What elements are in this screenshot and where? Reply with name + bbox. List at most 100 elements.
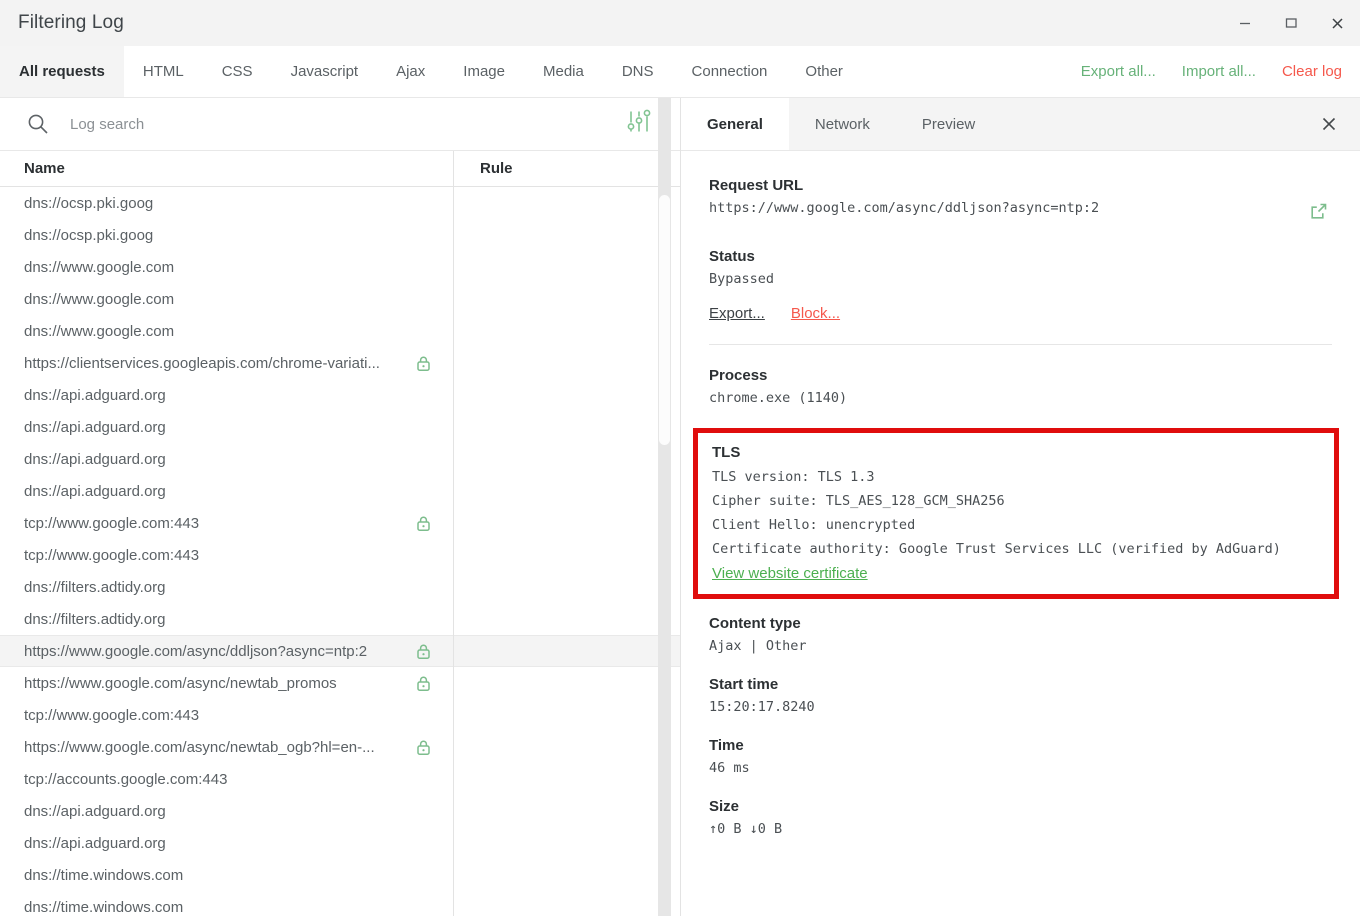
row-rule-cell (453, 219, 680, 251)
tab-all-requests[interactable]: All requests (0, 46, 124, 97)
table-row[interactable]: dns://api.adguard.org (0, 379, 680, 411)
table-row[interactable]: dns://time.windows.com (0, 891, 680, 916)
table-row[interactable]: https://www.google.com/async/ddljson?asy… (0, 635, 680, 667)
table-row[interactable]: dns://www.google.com (0, 315, 680, 347)
view-website-certificate-link[interactable]: View website certificate (712, 565, 868, 582)
row-rule-cell (453, 859, 680, 891)
tls-highlight-box: TLS TLS version: TLS 1.3 Cipher suite: T… (693, 428, 1339, 599)
table-row[interactable]: dns://filters.adtidy.org (0, 603, 680, 635)
size-block: Size ↑0 B ↓0 B (709, 798, 1332, 837)
external-link-icon[interactable] (1309, 202, 1328, 226)
row-name-text: dns://ocsp.pki.goog (24, 194, 154, 212)
list-scrollbar[interactable] (658, 98, 671, 916)
tab-dns[interactable]: DNS (603, 46, 673, 97)
row-rule-cell (453, 795, 680, 827)
tab-css[interactable]: CSS (203, 46, 272, 97)
title-bar: Filtering Log (0, 0, 1360, 46)
sliders-filter-icon[interactable] (626, 109, 652, 140)
row-name-text: dns://www.google.com (24, 322, 175, 340)
row-name-cell: dns://api.adguard.org (0, 483, 453, 500)
minimize-button[interactable] (1222, 0, 1268, 46)
table-row[interactable]: dns://api.adguard.org (0, 411, 680, 443)
tab-network[interactable]: Network (789, 98, 896, 150)
row-name-text: https://www.google.com/async/ddljson?asy… (24, 642, 368, 660)
tab-preview[interactable]: Preview (896, 98, 1001, 150)
tab-image[interactable]: Image (444, 46, 524, 97)
tab-connection[interactable]: Connection (673, 46, 787, 97)
maximize-button[interactable] (1268, 0, 1314, 46)
size-value: ↑0 B ↓0 B (709, 821, 783, 837)
time-value: 46 ms (709, 760, 750, 776)
row-name-text: dns://api.adguard.org (24, 834, 166, 852)
row-name-cell: https://clientservices.googleapis.com/ch… (0, 354, 453, 373)
table-row[interactable]: tcp://www.google.com:443 (0, 507, 680, 539)
lock-icon (414, 642, 433, 661)
filter-tab-strip: All requests HTML CSS Javascript Ajax Im… (0, 46, 1360, 98)
row-name-cell: tcp://www.google.com:443 (0, 707, 453, 724)
process-value: chrome.exe (1140) (709, 390, 848, 406)
status-value: Bypassed (709, 271, 775, 287)
table-row[interactable]: https://www.google.com/async/newtab_ogb?… (0, 731, 680, 763)
tls-version-line: TLS version: TLS 1.3 (712, 469, 875, 485)
row-name-cell: dns://www.google.com (0, 259, 453, 276)
table-row[interactable]: dns://api.adguard.org (0, 795, 680, 827)
row-name-text: dns://time.windows.com (24, 866, 184, 884)
status-label: Status (709, 248, 755, 265)
lock-icon (414, 738, 433, 757)
tab-other[interactable]: Other (786, 46, 862, 97)
import-all-button[interactable]: Import all... (1182, 63, 1256, 80)
table-row[interactable]: https://www.google.com/async/newtab_prom… (0, 667, 680, 699)
row-rule-cell (453, 763, 680, 795)
table-row[interactable]: tcp://accounts.google.com:443 (0, 763, 680, 795)
row-name-cell: dns://ocsp.pki.goog (0, 195, 453, 212)
tab-html[interactable]: HTML (124, 46, 203, 97)
search-icon (26, 112, 50, 136)
row-rule-cell (453, 539, 680, 571)
table-row[interactable]: dns://www.google.com (0, 251, 680, 283)
content-type-block: Content type Ajax | Other (709, 615, 1332, 654)
table-row[interactable]: tcp://www.google.com:443 (0, 539, 680, 571)
detail-content: Request URL https://www.google.com/async… (681, 151, 1360, 916)
table-row[interactable]: dns://ocsp.pki.goog (0, 219, 680, 251)
clear-log-button[interactable]: Clear log (1282, 63, 1342, 80)
lock-icon (414, 514, 433, 533)
row-rule-cell (453, 699, 680, 731)
row-rule-cell (453, 571, 680, 603)
search-input[interactable] (70, 115, 550, 133)
window-controls (1222, 0, 1360, 46)
tab-general[interactable]: General (681, 98, 789, 150)
column-header-rule[interactable]: Rule (453, 151, 680, 186)
table-row[interactable]: dns://api.adguard.org (0, 475, 680, 507)
block-link[interactable]: Block... (791, 305, 840, 322)
tab-javascript[interactable]: Javascript (272, 46, 378, 97)
table-row[interactable]: dns://api.adguard.org (0, 443, 680, 475)
row-name-text: dns://filters.adtidy.org (24, 578, 166, 596)
time-label: Time (709, 737, 744, 754)
divider (709, 344, 1332, 345)
table-row[interactable]: dns://www.google.com (0, 283, 680, 315)
table-row[interactable]: dns://filters.adtidy.org (0, 571, 680, 603)
tab-media[interactable]: Media (524, 46, 603, 97)
row-rule-cell (453, 603, 680, 635)
request-url-label: Request URL (709, 177, 804, 194)
row-name-cell: dns://filters.adtidy.org (0, 611, 453, 628)
close-detail-icon[interactable] (1316, 111, 1342, 137)
row-rule-cell (453, 315, 680, 347)
column-header-name[interactable]: Name (0, 160, 453, 177)
row-rule-cell (453, 635, 680, 667)
export-all-button[interactable]: Export all... (1081, 63, 1156, 80)
row-name-text: dns://api.adguard.org (24, 450, 166, 468)
table-row[interactable]: dns://time.windows.com (0, 859, 680, 891)
table-row[interactable]: dns://ocsp.pki.goog (0, 187, 680, 219)
list-scrollbar-thumb[interactable] (659, 195, 670, 445)
row-name-text: https://clientservices.googleapis.com/ch… (24, 354, 380, 372)
lock-icon (414, 354, 433, 373)
table-row[interactable]: dns://api.adguard.org (0, 827, 680, 859)
close-button[interactable] (1314, 0, 1360, 46)
start-time-block: Start time 15:20:17.8240 (709, 676, 1332, 715)
table-row[interactable]: tcp://www.google.com:443 (0, 699, 680, 731)
table-row[interactable]: https://clientservices.googleapis.com/ch… (0, 347, 680, 379)
tab-ajax[interactable]: Ajax (377, 46, 444, 97)
export-link[interactable]: Export... (709, 305, 765, 322)
row-rule-cell (453, 347, 680, 379)
